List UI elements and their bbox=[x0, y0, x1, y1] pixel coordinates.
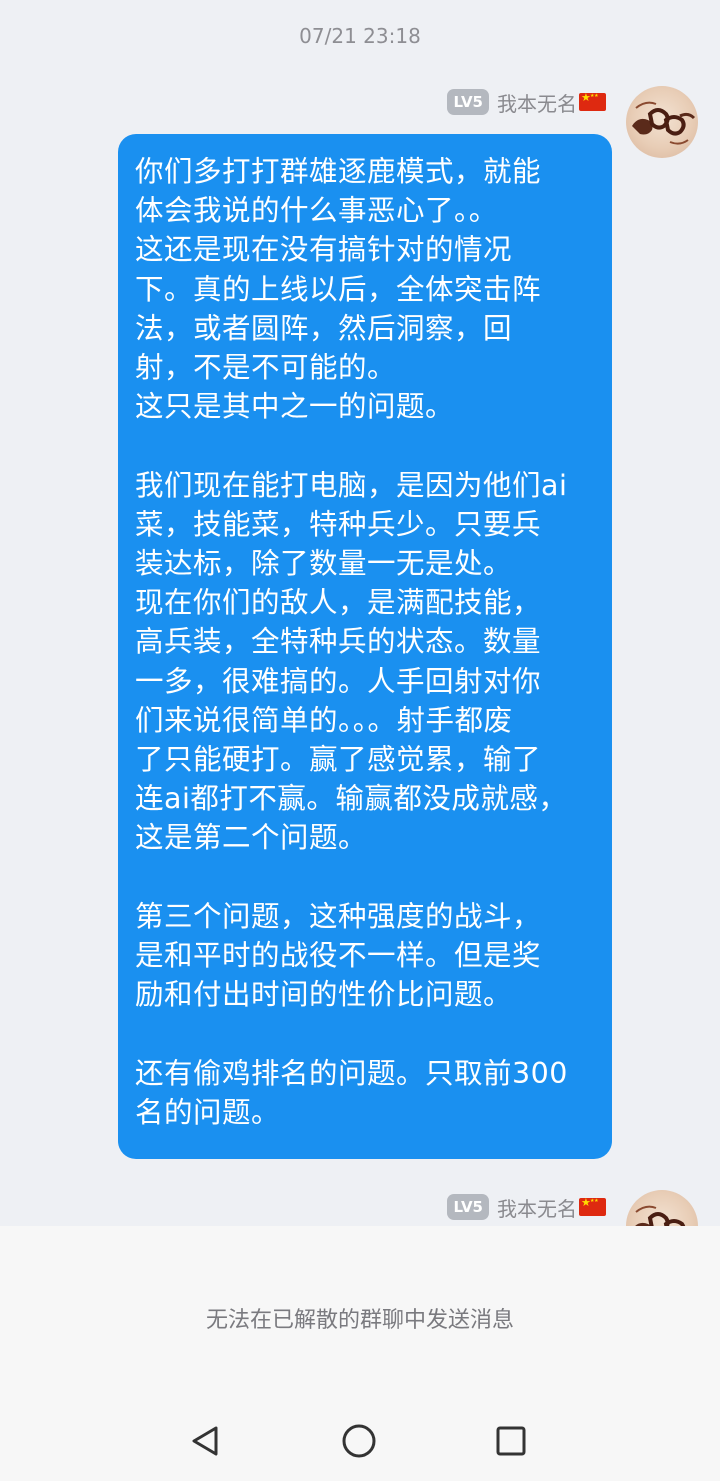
message-text: 你们多打打群雄逐鹿模式，就能 体会我说的什么事恶心了。。 这还是现在没有搞针对的… bbox=[135, 155, 568, 1129]
china-flag-icon bbox=[579, 91, 606, 111]
level-badge: LV5 bbox=[447, 89, 489, 115]
sender-info: LV5 我本无名 bbox=[447, 86, 606, 118]
avatar[interactable] bbox=[626, 1190, 698, 1226]
avatar[interactable] bbox=[626, 86, 698, 158]
message-timestamp: 07/21 23:18 bbox=[299, 24, 421, 48]
recents-button[interactable] bbox=[487, 1417, 535, 1465]
level-badge: LV5 bbox=[447, 1194, 489, 1220]
sender-info: LV5 我本无名 bbox=[447, 1191, 606, 1223]
back-triangle-icon bbox=[192, 1426, 218, 1456]
message-bubble[interactable]: 你们多打打群雄逐鹿模式，就能 体会我说的什么事恶心了。。 这还是现在没有搞针对的… bbox=[118, 134, 612, 1159]
disbanded-group-notice: 无法在已解散的群聊中发送消息 bbox=[205, 1308, 514, 1333]
sender-name[interactable]: 我本无名 bbox=[497, 88, 577, 117]
china-flag-icon bbox=[579, 1196, 606, 1216]
broken-chain-icon bbox=[635, 1205, 686, 1226]
home-button[interactable] bbox=[335, 1417, 383, 1465]
home-circle-icon bbox=[342, 1424, 376, 1458]
broken-chain-icon bbox=[632, 101, 696, 145]
system-navigation-bar bbox=[0, 1399, 720, 1481]
sender-name[interactable]: 我本无名 bbox=[497, 1193, 577, 1222]
back-button[interactable] bbox=[181, 1417, 229, 1465]
input-bar: 无法在已解散的群聊中发送消息 bbox=[0, 1226, 720, 1399]
chat-area[interactable]: 07/21 23:18 LV5 我本无名 你们多打打群雄逐鹿模式，就能 体会我说… bbox=[0, 0, 720, 1226]
recents-square-icon bbox=[496, 1426, 526, 1456]
